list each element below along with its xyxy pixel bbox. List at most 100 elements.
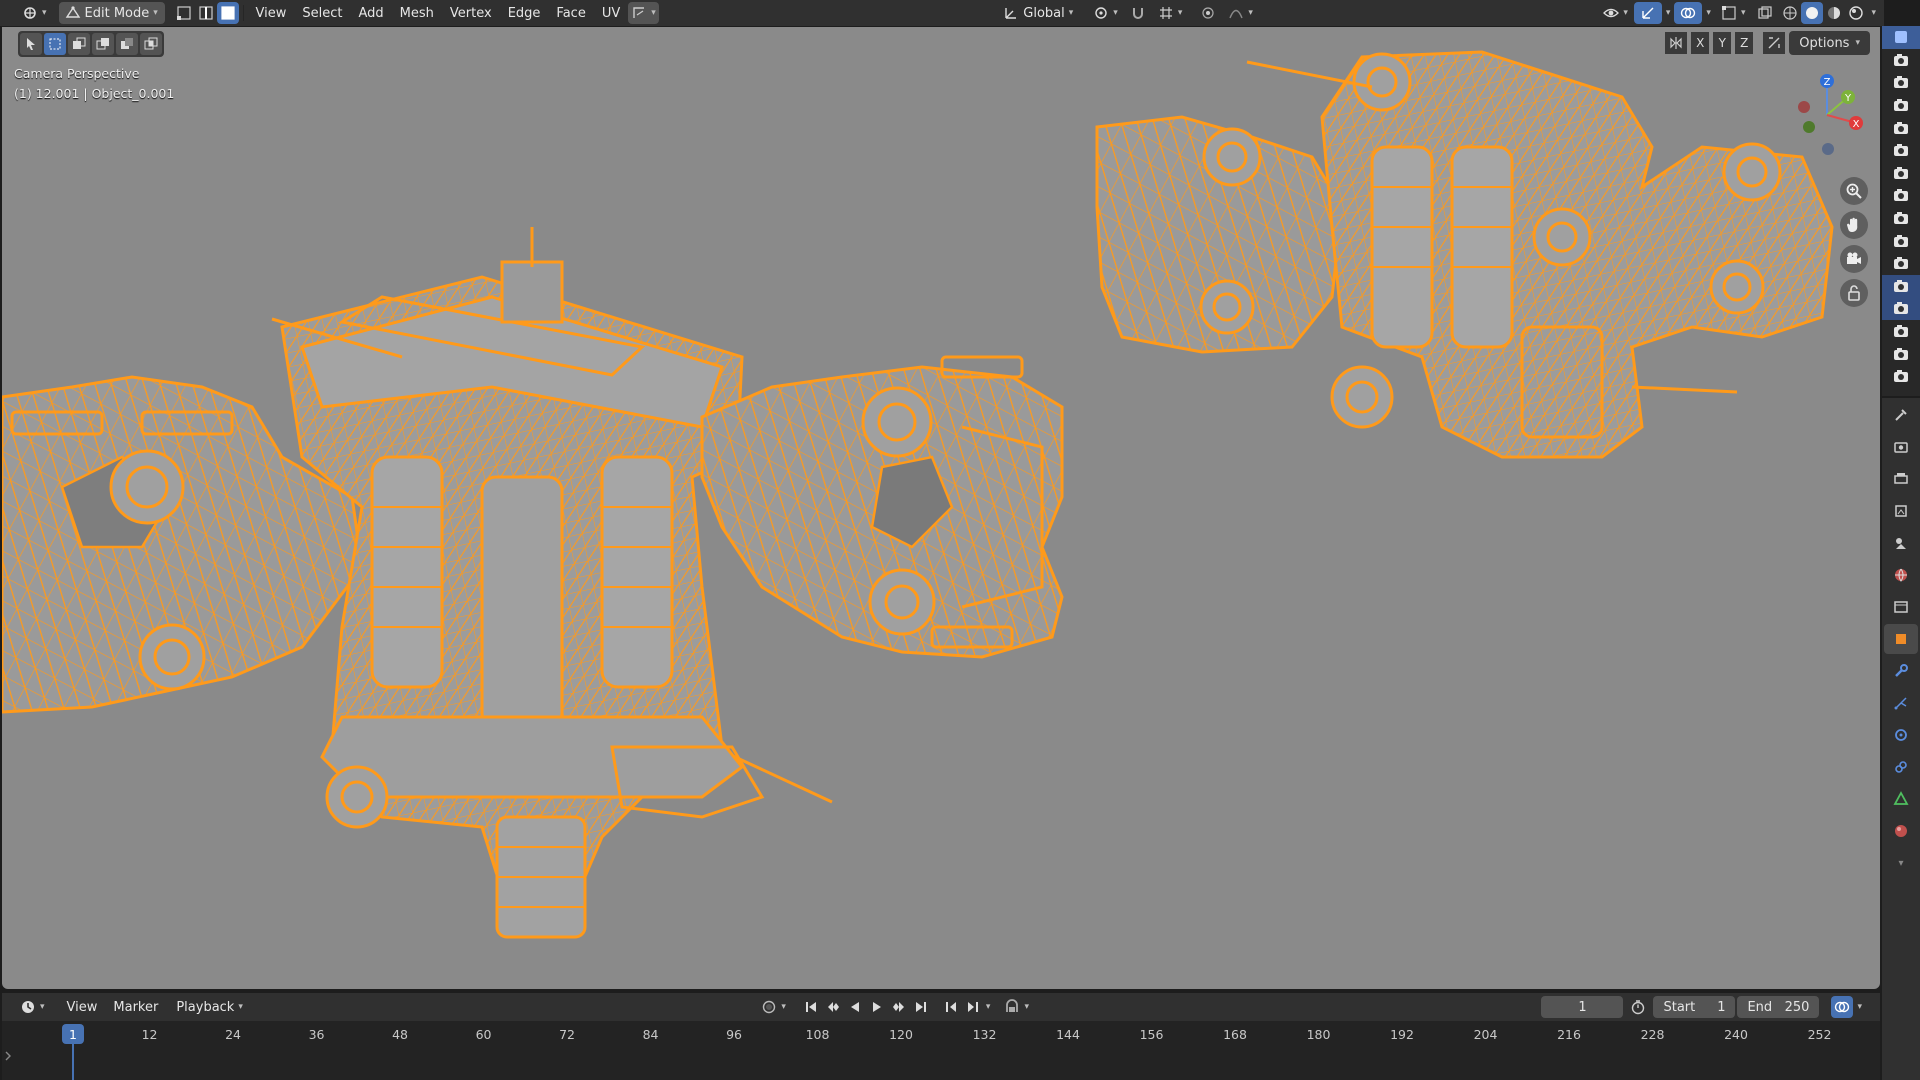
outliner-row[interactable] (1882, 139, 1920, 162)
mesh-edit-overlays-button[interactable]: ▾ (1715, 2, 1752, 24)
proportional-edit-toggle[interactable] (1194, 2, 1222, 24)
menu-select[interactable]: Select (294, 2, 350, 24)
tab-particles[interactable] (1884, 688, 1918, 718)
tab-material[interactable] (1884, 816, 1918, 846)
menu-add[interactable]: Add (351, 2, 392, 24)
select-face-button[interactable] (216, 2, 239, 24)
mirror-toggle[interactable] (1665, 32, 1688, 54)
shading-rendered-button[interactable] (1845, 2, 1867, 24)
outliner-row[interactable] (1882, 94, 1920, 117)
mode-extend-button[interactable] (68, 33, 90, 55)
mode-dropdown[interactable]: Edit Mode ▾ (58, 2, 165, 24)
preview-range-toggle[interactable] (1627, 996, 1649, 1018)
current-frame-field[interactable]: 1 (1541, 996, 1624, 1018)
overlays-toggle[interactable] (1674, 2, 1703, 24)
navigation-gizmo[interactable]: Z Y X (1782, 67, 1872, 157)
menu-mesh[interactable]: Mesh (392, 2, 442, 24)
select-vertex-button[interactable] (173, 2, 195, 24)
snap-toggle[interactable] (1124, 2, 1152, 24)
editor-type-button[interactable]: ▾ (16, 2, 53, 24)
gizmo-neg-y[interactable] (1803, 121, 1815, 133)
mirror-y-toggle[interactable]: Y (1713, 32, 1732, 54)
tab-modifiers[interactable] (1884, 656, 1918, 686)
outliner-row[interactable] (1882, 342, 1920, 365)
menu-edge[interactable]: Edge (500, 2, 549, 24)
outliner-row[interactable] (1882, 274, 1920, 298)
outliner-header-button[interactable] (1882, 26, 1920, 49)
outliner-row[interactable] (1882, 162, 1920, 185)
mirror-x-toggle[interactable]: X (1691, 32, 1710, 54)
tab-view-layer[interactable] (1884, 496, 1918, 526)
tab-constraints[interactable] (1884, 752, 1918, 782)
mesh-scene[interactable] (2, 27, 1880, 989)
outliner-row[interactable] (1882, 184, 1920, 207)
select-tool-button[interactable] (20, 33, 42, 55)
tab-world[interactable] (1884, 560, 1918, 590)
start-frame-field[interactable]: Start 1 (1653, 996, 1736, 1018)
tab-render[interactable] (1884, 432, 1918, 462)
chevron-down-icon[interactable]: ▾ (1706, 8, 1711, 18)
xray-toggle[interactable] (1751, 2, 1779, 24)
mode-subtract-button[interactable] (92, 33, 114, 55)
zoom-button[interactable] (1840, 177, 1868, 205)
autokey-toggle[interactable]: ▾ (755, 996, 792, 1018)
tab-physics[interactable] (1884, 720, 1918, 750)
jump-start-button[interactable] (800, 996, 822, 1018)
right-mesh-object[interactable] (1095, 50, 1834, 459)
pivot-point-dropdown[interactable]: ▾ (1087, 2, 1124, 24)
options-dropdown[interactable]: Options ▾ (1789, 31, 1870, 55)
menu-face[interactable]: Face (548, 2, 593, 24)
outliner-row[interactable] (1882, 365, 1920, 388)
outliner-row[interactable] (1882, 252, 1920, 275)
transform-orientation-dropdown[interactable]: Global ▾ (997, 2, 1079, 24)
mirror-z-toggle[interactable]: Z (1735, 32, 1754, 54)
auto-merge-toggle[interactable] (1763, 32, 1786, 54)
next-keyframe-button[interactable] (888, 996, 910, 1018)
menu-uv[interactable]: UV (594, 2, 628, 24)
keying-set-button[interactable]: ▾ (998, 996, 1035, 1018)
prev-frame-button[interactable] (940, 996, 962, 1018)
timeline-menu-marker[interactable]: Marker (105, 996, 166, 1018)
prev-keyframe-button[interactable] (822, 996, 844, 1018)
chevron-down-icon[interactable]: ▾ (1666, 8, 1671, 18)
gizmo-neg-x[interactable] (1798, 101, 1810, 113)
play-button[interactable] (866, 996, 888, 1018)
chevron-down-icon[interactable]: ▾ (1857, 1002, 1862, 1012)
mode-set-button[interactable] (44, 33, 66, 55)
lock-camera-button[interactable] (1840, 279, 1868, 307)
tab-tool[interactable] (1884, 400, 1918, 430)
menu-view[interactable]: View (248, 2, 295, 24)
timeline-overlays-toggle[interactable] (1831, 996, 1854, 1018)
visibility-dropdown[interactable]: ▾ (1597, 2, 1634, 24)
outliner-row[interactable] (1882, 229, 1920, 252)
select-edge-button[interactable] (195, 2, 217, 24)
tab-object[interactable] (1884, 624, 1918, 654)
shading-solid-button[interactable] (1801, 2, 1824, 24)
tab-collection[interactable] (1884, 592, 1918, 622)
play-reverse-button[interactable] (844, 996, 866, 1018)
outliner-row[interactable] (1882, 320, 1920, 343)
tab-scene[interactable] (1884, 528, 1918, 558)
chevron-down-icon[interactable]: ▾ (986, 1002, 991, 1012)
tab-more[interactable]: ▾ (1884, 848, 1918, 878)
shading-material-button[interactable] (1823, 2, 1845, 24)
gizmo-neg-z[interactable] (1822, 143, 1834, 155)
mode-invert-button[interactable] (116, 33, 138, 55)
menu-vertex[interactable]: Vertex (442, 2, 500, 24)
3d-viewport[interactable]: Camera Perspective (1) 12.001 | Object_0… (2, 27, 1880, 989)
jump-end-button[interactable] (910, 996, 932, 1018)
chevron-down-icon[interactable]: ▾ (1871, 8, 1876, 18)
outliner-row[interactable] (1882, 207, 1920, 230)
falloff-dropdown[interactable]: ▾ (1222, 2, 1259, 24)
tab-data[interactable] (1884, 784, 1918, 814)
outliner-row[interactable] (1882, 297, 1920, 320)
pan-button[interactable] (1840, 211, 1868, 239)
timeline-menu-playback[interactable]: Playback ▾ (170, 996, 249, 1018)
outliner-row[interactable] (1882, 49, 1920, 72)
gizmo-toggle[interactable] (1633, 2, 1662, 24)
next-frame-button[interactable] (962, 996, 984, 1018)
left-mesh-object[interactable] (2, 227, 1064, 939)
end-frame-field[interactable]: End 250 (1737, 996, 1820, 1018)
shading-wireframe-button[interactable] (1779, 2, 1801, 24)
tab-output[interactable] (1884, 464, 1918, 494)
